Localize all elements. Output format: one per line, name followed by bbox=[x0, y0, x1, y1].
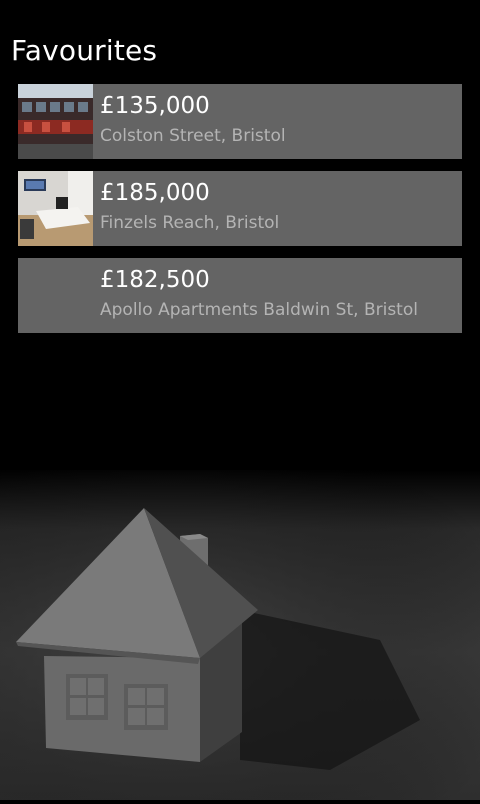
page-title: Favourites bbox=[11, 34, 158, 67]
property-address: Finzels Reach, Bristol bbox=[100, 213, 280, 233]
property-address: Colston Street, Bristol bbox=[100, 126, 286, 146]
favourite-item[interactable]: £135,000 Colston Street, Bristol bbox=[18, 84, 462, 159]
property-thumbnail bbox=[18, 171, 93, 246]
house-background-illustration bbox=[0, 470, 480, 800]
property-price: £185,000 bbox=[100, 180, 210, 206]
property-price: £182,500 bbox=[100, 267, 210, 293]
property-price: £135,000 bbox=[100, 93, 210, 119]
property-thumbnail bbox=[18, 84, 93, 159]
favourite-item[interactable]: £182,500 Apollo Apartments Baldwin St, B… bbox=[18, 258, 462, 333]
favourite-item[interactable]: £185,000 Finzels Reach, Bristol bbox=[18, 171, 462, 246]
property-thumbnail-empty bbox=[18, 258, 93, 333]
property-address: Apollo Apartments Baldwin St, Bristol bbox=[100, 300, 418, 320]
favourites-list: £135,000 Colston Street, Bristol £185,00… bbox=[18, 84, 462, 345]
